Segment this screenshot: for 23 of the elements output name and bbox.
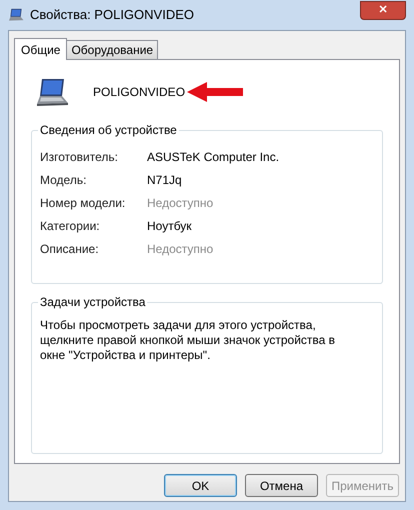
laptop-icon	[35, 77, 69, 107]
property-label: Описание:	[40, 240, 100, 258]
property-value: Ноутбук	[147, 218, 192, 234]
tasks-description: Чтобы просмотреть задачи для этого устройства, щелкните правой кнопкой мыши значок устройства в окне "Устройства и принтеры".	[40, 318, 336, 363]
tab[interactable]: Оборудование	[67, 40, 158, 59]
group-title: Задачи устройства	[38, 295, 148, 309]
group-title: Сведения об устройстве	[38, 123, 179, 137]
property-label: Категории:	[40, 218, 101, 234]
property-value: Недоступно	[147, 194, 214, 212]
property-label: Изготовитель:	[40, 148, 119, 166]
window-title: Свойства: POLIGONVIDEO	[30, 6, 194, 24]
laptop-icon	[8, 8, 24, 22]
property-label: Модель:	[40, 172, 88, 188]
arrow-icon	[187, 81, 244, 103]
property-value: ASUSTeK Computer Inc.	[147, 148, 280, 166]
property-label: Номер модели:	[40, 194, 126, 212]
property-value: Недоступно	[147, 240, 214, 258]
property-value: N71Jq	[147, 172, 182, 188]
device-name: POLIGONVIDEO	[93, 84, 186, 101]
tab[interactable]: Общие	[14, 38, 68, 60]
dialog-button[interactable]: OK	[164, 474, 237, 497]
dialog-button[interactable]: Отмена	[245, 474, 318, 497]
close-button[interactable]: ✕	[360, 1, 406, 20]
